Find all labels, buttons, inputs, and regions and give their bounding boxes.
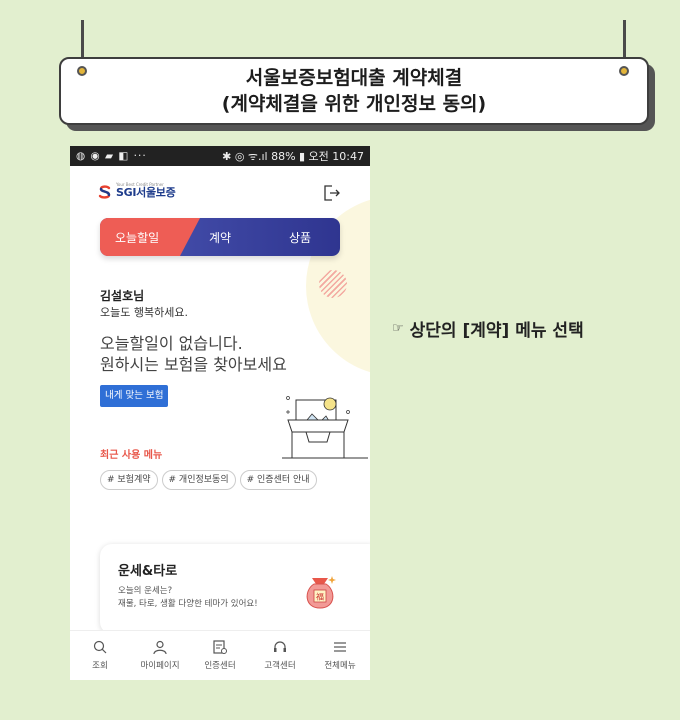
instruction-caption: ☞ 상단의 [계약] 메뉴 선택	[392, 316, 584, 341]
chip-insurance-contract[interactable]: # 보험계약	[100, 470, 158, 490]
decorative-hatch-circle	[319, 270, 347, 298]
empty-message-line-2: 원하시는 보험을 찾아보세요	[100, 355, 287, 374]
nail-left	[77, 66, 87, 76]
greeting-sub: 오늘도 행복하세요.	[100, 306, 188, 319]
status-bar: ◍ ◉ ▰ ◧ ··· ✱ ◎ ᯤ.ıl 88% ▮ 오전 10:47	[70, 146, 370, 166]
fit-insurance-button[interactable]: 내게 맞는 보험	[100, 385, 169, 407]
fortune-tarot-card[interactable]: 운세&타로 오늘의 운세는? 재물, 타로, 생활 다양한 테마가 있어요! 福	[100, 544, 370, 634]
nav-inquiry[interactable]: 조회	[70, 631, 130, 680]
title-board: 서울보증보험대출 계약체결 (계약체결을 위한 개인정보 동의)	[59, 57, 649, 125]
certificate-icon	[213, 640, 227, 654]
headset-icon	[274, 641, 286, 652]
nav-mypage[interactable]: 마이페이지	[130, 631, 190, 680]
chip-cert-center-guide[interactable]: # 인증센터 안내	[239, 470, 317, 490]
card-title: 운세&타로	[118, 564, 178, 579]
tab-contract[interactable]: 계약	[209, 229, 231, 246]
bottom-navigation: 조회 마이페이지 인증센터 고객센터 전체메뉴	[70, 630, 370, 680]
nail-right	[619, 66, 629, 76]
nav-all-menu-label: 전체메뉴	[324, 661, 356, 671]
greeting-name: 김설호님	[100, 289, 145, 303]
main-tab-bar: 오늘할일 계약 상품	[100, 218, 340, 256]
search-icon	[93, 640, 107, 654]
nav-inquiry-label: 조회	[92, 661, 108, 671]
status-left-icons: ◍ ◉ ▰ ◧ ···	[76, 150, 147, 162]
logout-icon[interactable]	[323, 185, 341, 201]
hamburger-menu-icon	[334, 642, 346, 652]
sgi-logo-icon	[98, 185, 111, 199]
tab-today[interactable]: 오늘할일	[115, 229, 159, 246]
nav-cert-center[interactable]: 인증센터	[190, 631, 250, 680]
logo-tagline: Your Best Credit Partner	[116, 182, 164, 187]
pouch-char: 福	[316, 593, 324, 602]
title-line-2: (계약체결을 위한 개인정보 동의)	[221, 93, 487, 115]
chip-privacy-consent[interactable]: # 개인정보동의	[161, 470, 236, 490]
lucky-pouch-icon: 福	[306, 576, 336, 609]
card-subtitle-2: 재물, 타로, 생활 다양한 테마가 있어요!	[118, 599, 258, 609]
nav-all-menu[interactable]: 전체메뉴	[310, 631, 370, 680]
status-right: ✱ ◎ ᯤ.ıl 88% ▮ 오전 10:47	[222, 150, 364, 163]
nav-mypage-label: 마이페이지	[140, 661, 180, 671]
nav-cert-center-label: 인증센터	[204, 661, 236, 671]
phone-screen: ◍ ◉ ▰ ◧ ··· ✱ ◎ ᯤ.ıl 88% ▮ 오전 10:47 SGI서…	[70, 146, 370, 680]
instruction-text: 상단의 [계약] 메뉴 선택	[409, 321, 584, 341]
recent-menu-chips: # 보험계약 # 개인정보동의 # 인증센터 안내	[100, 470, 317, 490]
card-subtitle-1: 오늘의 운세는?	[118, 586, 173, 596]
pointing-hand-icon: ☞	[392, 321, 404, 336]
title-line-1: 서울보증보험대출 계약체결	[245, 67, 463, 89]
empty-box-illustration-icon	[282, 396, 368, 459]
recent-menu-title: 최근 사용 메뉴	[100, 450, 163, 461]
nav-customer-center[interactable]: 고객센터	[250, 631, 310, 680]
nav-customer-center-label: 고객센터	[264, 661, 296, 671]
tab-products[interactable]: 상품	[289, 229, 311, 246]
person-icon	[153, 640, 167, 655]
